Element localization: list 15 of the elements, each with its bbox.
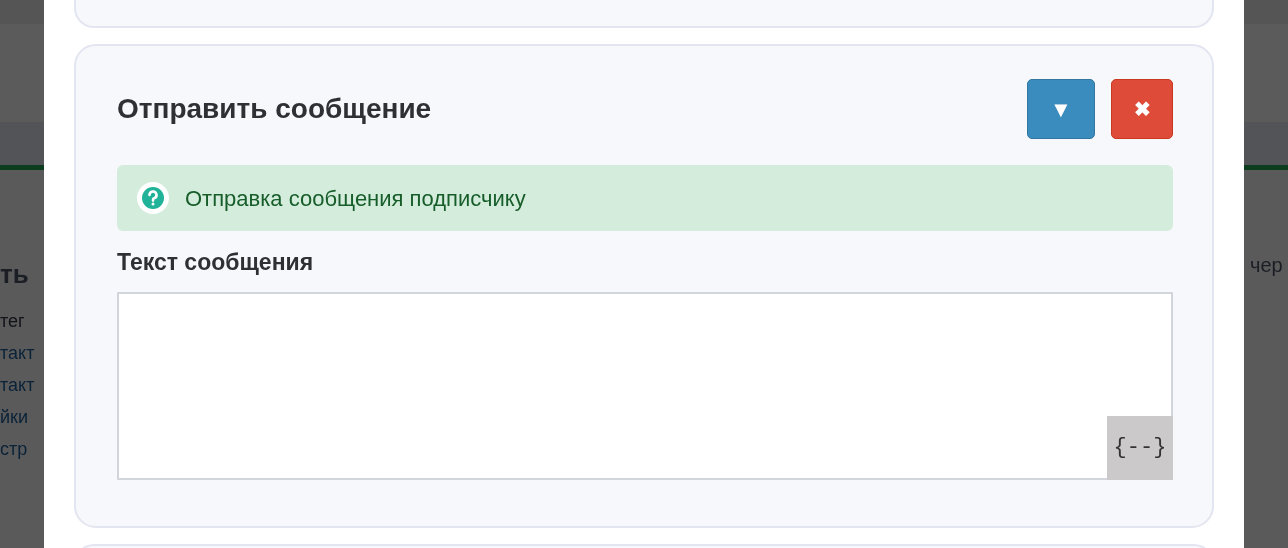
page-link[interactable]: йки <box>0 401 44 433</box>
field-label: Текст сообщения <box>117 248 315 277</box>
help-icon <box>137 182 169 214</box>
page-link[interactable]: такт <box>0 337 44 369</box>
alert-text: Отправка сообщения подписчику <box>185 184 526 213</box>
card-title: Отправить сообщение <box>117 92 432 126</box>
page-text: тег <box>0 310 26 333</box>
page-link[interactable]: такт <box>0 369 44 401</box>
collapse-button[interactable]: ▼ <box>1027 79 1095 139</box>
message-textarea[interactable]: {--} <box>117 291 1173 480</box>
close-button[interactable]: ✖ <box>1111 79 1173 139</box>
variables-button[interactable]: {--} <box>1107 415 1173 480</box>
page-heading: ть <box>0 258 30 290</box>
page-text: чер <box>1250 254 1283 276</box>
page-link[interactable]: стр <box>0 433 44 465</box>
